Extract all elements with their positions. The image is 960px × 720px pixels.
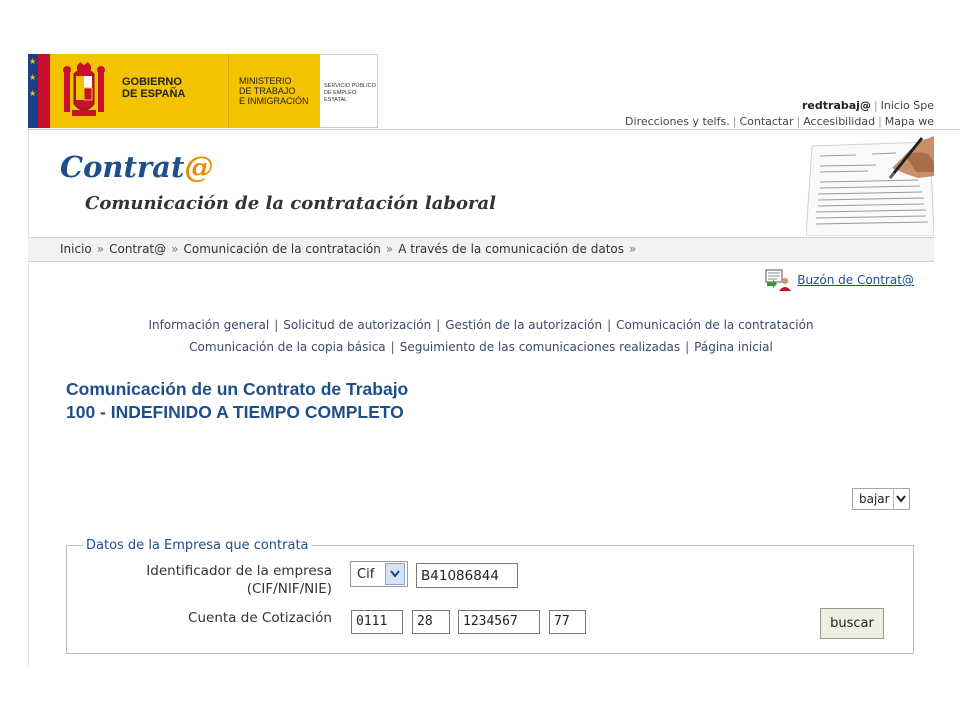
mapa-web-link[interactable]: Mapa we	[885, 115, 934, 128]
ministerio-logo: MINISTERIO DE TRABAJO E INMIGRACIÓN	[228, 54, 320, 128]
top-utility-links: redtrabaj@ | Inicio Spe Direcciones y telf…	[625, 99, 934, 128]
breadcrumb-item-contrata[interactable]: Contrat@	[109, 242, 166, 256]
section-navigation: Información general | Solicitud de autoriz…	[148, 318, 814, 354]
ministerio-text: MINISTERIO DE TRABAJO E INMIGRACIÓN	[239, 76, 309, 106]
id-empresa-label: Identificador de la empresa (CIF/NIF/NIE…	[146, 563, 332, 597]
nav-pagina-inicial[interactable]: Página inicial	[694, 340, 773, 354]
id-type-select[interactable]: Cif	[350, 561, 408, 587]
cuenta-part3-input[interactable]: 1234567	[458, 610, 540, 634]
sepe-text: SERVICIO PÚBLICO DE EMPLEO ESTATAL	[324, 83, 376, 103]
gobierno-text: GOBIERNO DE ESPAÑA	[122, 76, 186, 100]
document-pen-illustration	[806, 136, 934, 236]
buscar-button[interactable]: buscar	[820, 608, 884, 639]
cuenta-part1-input[interactable]: 0111	[351, 610, 403, 634]
mailbox-link[interactable]: Buzón de Contrat@	[765, 268, 914, 292]
breadcrumb-item-comunicacion[interactable]: Comunicación de la contratación	[183, 242, 380, 256]
nav-gestion-autorizacion[interactable]: Gestión de la autorización	[445, 318, 602, 332]
header-divider	[28, 129, 960, 130]
id-type-value: Cif	[357, 566, 375, 582]
brand-title: Contrat@	[60, 150, 214, 184]
contactar-link[interactable]: Contactar	[739, 115, 793, 128]
cuenta-cotizacion-label: Cuenta de Cotización	[188, 610, 332, 626]
cuenta-part4-input[interactable]: 77	[549, 610, 586, 634]
contract-type-title: 100 - INDEFINIDO A TIEMPO COMPLETO	[66, 402, 404, 422]
eu-flag-strip: ★ ★ ★	[28, 54, 50, 128]
gobierno-logo: GOBIERNO DE ESPAÑA	[50, 54, 228, 128]
breadcrumb-item-inicio[interactable]: Inicio	[60, 242, 92, 256]
nav-comunicacion-contratacion[interactable]: Comunicación de la contratación	[616, 318, 813, 332]
bajar-label: bajar	[859, 492, 890, 506]
chevron-down-icon[interactable]	[892, 489, 909, 509]
page: ★ ★ ★ GOBIERNO DE ESPAÑA MINISTERIO DE T…	[0, 0, 960, 720]
chevron-down-icon[interactable]	[385, 563, 405, 585]
sepe-logo: SERVICIO PÚBLICO DE EMPLEO ESTATAL	[320, 54, 378, 128]
coat-of-arms-icon	[63, 62, 105, 116]
id-empresa-input[interactable]: B41086844	[416, 563, 518, 588]
mailbox-icon	[765, 269, 792, 291]
bajar-select[interactable]: bajar	[852, 488, 910, 510]
direcciones-link[interactable]: Direcciones y telfs.	[625, 115, 730, 128]
brand-subtitle: Comunicación de la contratación laboral	[85, 193, 496, 214]
accesibilidad-link[interactable]: Accesibilidad	[803, 115, 875, 128]
breadcrumb: Inicio» Contrat@» Comunicación de la contr…	[28, 237, 934, 262]
nav-informacion-general[interactable]: Información general	[148, 318, 269, 332]
government-logo-band: ★ ★ ★ GOBIERNO DE ESPAÑA MINISTERIO DE T…	[28, 54, 378, 128]
cuenta-part2-input[interactable]: 28	[412, 610, 450, 634]
empresa-legend: Datos de la Empresa que contrata	[86, 538, 309, 553]
nav-solicitud-autorizacion[interactable]: Solicitud de autorización	[283, 318, 431, 332]
breadcrumb-item-via-datos[interactable]: A través de la comunicación de datos	[398, 242, 624, 256]
mailbox-label[interactable]: Buzón de Contrat@	[797, 273, 914, 287]
nav-copia-basica[interactable]: Comunicación de la copia básica	[189, 340, 385, 354]
user-link[interactable]: redtrabaj@	[802, 99, 871, 112]
page-title: Comunicación de un Contrato de Trabajo	[66, 379, 409, 399]
nav-seguimiento[interactable]: Seguimiento de las comunicaciones realiz…	[400, 340, 680, 354]
inicio-spe-link[interactable]: Inicio Spe	[881, 99, 934, 112]
